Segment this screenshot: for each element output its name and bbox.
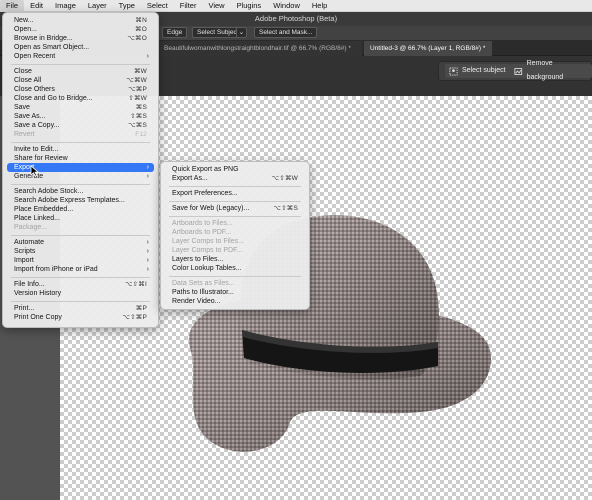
menu-item-revert: Revert F12 (14, 131, 147, 138)
menu-item-share-for-review[interactable]: Share for Review (7, 154, 154, 163)
menu-select[interactable]: Select (141, 0, 174, 12)
menu-separator (169, 186, 301, 187)
menu-window[interactable]: Window (267, 0, 306, 12)
menu-item-close-go-bridge[interactable]: Close and Go to Bridge... ⇧⌘W (7, 94, 154, 103)
menu-item-render-video[interactable]: Render Video... (165, 297, 305, 306)
menu-item-search-express-templates[interactable]: Search Adobe Express Templates... (7, 196, 154, 205)
chevron-down-icon: ⌄ (238, 29, 245, 36)
select-subject-icon (449, 66, 458, 76)
chevron-right-icon: › (146, 53, 149, 60)
menu-item-export-preferences[interactable]: Export Preferences... (165, 189, 305, 198)
file-menu: New... ⌘N Open... ⌘O Browse in Bridge... ⌥⌘… (2, 12, 159, 328)
menu-separator (11, 184, 150, 185)
menu-item-print[interactable]: Print... ⌘P (7, 304, 154, 313)
menu-item-import[interactable]: Import › (7, 256, 154, 265)
menu-separator (169, 201, 301, 202)
export-submenu: Quick Export as PNG Export As... ⌥⇧⌘W Exp… (160, 161, 310, 310)
menu-item-open-smart-object[interactable]: Open as Smart Object... (7, 43, 154, 52)
chevron-right-icon: › (146, 173, 149, 180)
menu-item-export-as[interactable]: Export As... ⌥⇧⌘W (165, 174, 305, 183)
menu-view[interactable]: View (202, 0, 230, 12)
menu-item-data-sets-as-files: Data Sets as Files... (172, 280, 235, 287)
menu-item-close[interactable]: Close ⌘W (7, 67, 154, 76)
menu-separator (169, 276, 301, 277)
menu-item-open[interactable]: Open... ⌘O (7, 25, 154, 34)
select-subject-button[interactable]: Select subject (445, 64, 510, 78)
menu-bar: File Edit Image Layer Type Select Filter… (0, 0, 592, 12)
remove-background-button[interactable]: Remove background (510, 60, 592, 81)
menu-item-quick-export-png[interactable]: Quick Export as PNG (165, 165, 305, 174)
menu-item-browse-in-bridge[interactable]: Browse in Bridge... ⌥⌘O (7, 34, 154, 43)
menu-item-import-iphone[interactable]: Import from iPhone or iPad › (7, 265, 154, 274)
menu-type[interactable]: Type (113, 0, 141, 12)
menu-separator (11, 277, 150, 278)
menu-item-new[interactable]: New... ⌘N (7, 16, 154, 25)
menu-help[interactable]: Help (306, 0, 333, 12)
menu-image[interactable]: Image (49, 0, 82, 12)
menu-item-close-others[interactable]: Close Others ⌥⌘P (7, 85, 154, 94)
menu-separator (11, 64, 150, 65)
chevron-right-icon: › (146, 239, 149, 246)
menu-item-layer-comps-to-pdf: Layer Comps to PDF... (172, 247, 243, 254)
menu-item-color-lookup-tables[interactable]: Color Lookup Tables... (165, 264, 305, 273)
menu-item-automate[interactable]: Automate › (7, 238, 154, 247)
menu-item-save[interactable]: Save ⌘S (7, 103, 154, 112)
remove-background-label: Remove background (526, 60, 564, 81)
chevron-right-icon: › (146, 257, 149, 264)
menu-item-package: Package... (14, 224, 48, 231)
menu-filter[interactable]: Filter (174, 0, 203, 12)
chevron-right-icon: › (146, 248, 149, 255)
chevron-right-icon: › (146, 164, 149, 171)
menu-separator (11, 301, 150, 302)
menu-item-place-embedded[interactable]: Place Embedded... (7, 205, 154, 214)
menu-item-save-as[interactable]: Save As... ⇧⌘S (7, 112, 154, 121)
menu-plugins[interactable]: Plugins (231, 0, 268, 12)
menu-item-scripts[interactable]: Scripts › (7, 247, 154, 256)
menu-item-artboards-to-pdf: Artboards to PDF... (172, 229, 232, 236)
menu-item-open-recent[interactable]: Open Recent › (7, 52, 154, 61)
menu-item-save-for-web[interactable]: Save for Web (Legacy)... ⌥⇧⌘S (165, 204, 305, 213)
tab-document-2[interactable]: Untitled-3 @ 66.7% (Layer 1, RGB/8#) * (364, 41, 492, 56)
menu-item-close-all[interactable]: Close All ⌥⌘W (7, 76, 154, 85)
menu-item-file-info[interactable]: File Info... ⌥⇧⌘I (7, 280, 154, 289)
menu-file[interactable]: File (0, 0, 25, 12)
menu-item-search-adobe-stock[interactable]: Search Adobe Stock... (7, 187, 154, 196)
menu-item-invite-to-edit[interactable]: Invite to Edit... (7, 145, 154, 154)
menu-item-version-history[interactable]: Version History (7, 289, 154, 298)
select-subject-dropdown[interactable]: ⌄ (236, 27, 247, 38)
remove-background-icon (514, 67, 523, 75)
menu-item-artboards-to-files: Artboards to Files... (172, 220, 233, 227)
menu-separator (11, 235, 150, 236)
menu-layer[interactable]: Layer (82, 0, 113, 12)
menu-item-place-linked[interactable]: Place Linked... (7, 214, 154, 223)
menu-item-paths-to-illustrator[interactable]: Paths to Illustrator... (165, 288, 305, 297)
menu-item-print-one-copy[interactable]: Print One Copy ⌥⇧⌘P (7, 313, 154, 322)
menu-item-save-copy[interactable]: Save a Copy... ⌥⌘S (7, 121, 154, 130)
menu-separator (11, 142, 150, 143)
menu-separator (169, 216, 301, 217)
select-and-mask-button[interactable]: Select and Mask... (254, 27, 318, 38)
chevron-right-icon: › (146, 266, 149, 273)
select-subject-label: Select subject (462, 67, 506, 74)
menu-edit[interactable]: Edit (24, 0, 49, 12)
menu-item-layer-comps-to-files: Layer Comps to Files... (172, 238, 244, 245)
refine-edge-button[interactable]: Edge (162, 27, 188, 38)
mouse-cursor-icon (30, 165, 40, 177)
menu-item-layers-to-files[interactable]: Layers to Files... (165, 255, 305, 264)
tab-document-1[interactable]: Beautifulwomanwithlongstraightblondhair.… (158, 41, 362, 56)
